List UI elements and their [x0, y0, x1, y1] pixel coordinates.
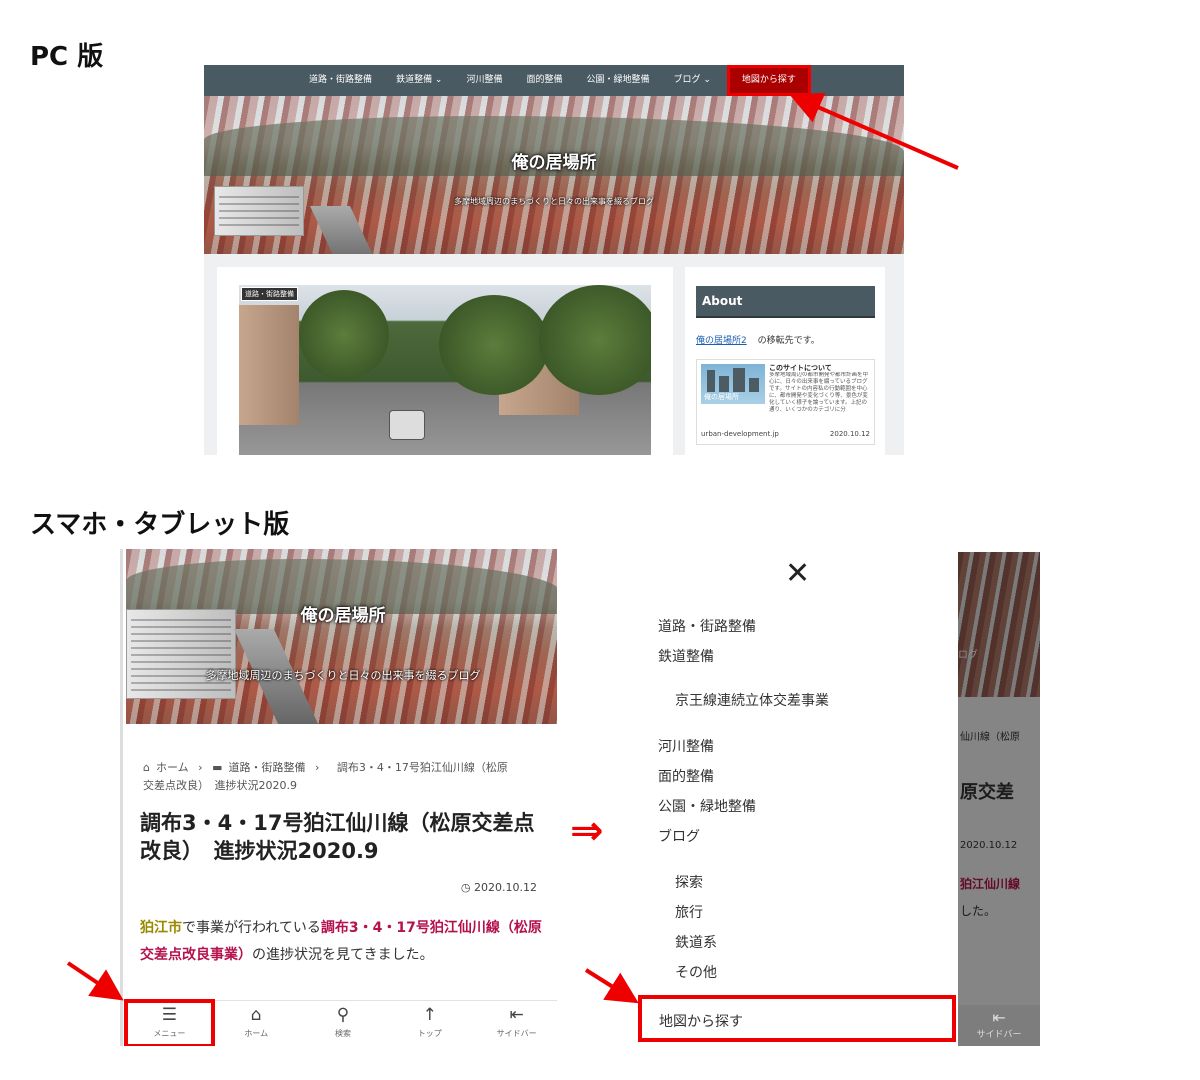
nav-item-roads[interactable]: 道路・街路整備 [297, 65, 384, 96]
drawer-item-blog[interactable]: ブログ [658, 826, 700, 846]
site-card-description: 多摩地域周辺の都市開発や都市計画を中心に、日々の出来事を綴っているブログです。サ… [769, 372, 869, 413]
drawer-item-area-dev[interactable]: 面的整備 [658, 766, 714, 786]
arrow-up-icon: ↑ [422, 1005, 437, 1025]
pc-screenshot: 道路・街路整備 鉄道整備 ⌄ 河川整備 面的整備 公園・緑地整備 ブログ ⌄ 地… [204, 65, 904, 455]
sidebar-icon: ⇤ [509, 1005, 524, 1025]
post-excerpt: 狛江市で事業が行われている調布3・4・17号狛江仙川線（松原交差点改良事業）の進… [140, 920, 542, 963]
moved-notice: 俺の居場所2 の移転先です。 [696, 333, 820, 346]
home-icon: ⌂ [143, 761, 150, 774]
tab-home[interactable]: ⌂ ホーム [213, 1001, 300, 1046]
drawer-item-map-search[interactable]: 地図から探す [638, 995, 956, 1042]
drawer-subitem-railway[interactable]: 鉄道系 [675, 932, 717, 952]
mobile-header-image: 俺の居場所 多摩地域周辺のまちづくりと日々の出来事を綴るブログ [126, 549, 557, 724]
tab-top[interactable]: ↑ トップ [386, 1001, 473, 1046]
close-icon[interactable]: ✕ [785, 556, 810, 591]
category-badge[interactable]: 道路・街路整備 [241, 287, 298, 301]
site-title[interactable]: 俺の居場所 [204, 148, 904, 173]
folder-icon: ▬ [212, 761, 223, 774]
tab-search[interactable]: ⚲ 検索 [300, 1001, 387, 1046]
bg-tab-sidebar: ⇤ サイドバー [958, 1005, 1040, 1046]
nav-item-blog[interactable]: ブログ ⌄ [662, 65, 723, 96]
site-card-date: 2020.10.12 [829, 430, 870, 438]
drawer-subitem-other[interactable]: その他 [675, 962, 717, 982]
transition-arrow: ⇒ [570, 808, 604, 854]
menu-drawer: ✕ 道路・街路整備 鉄道整備 京王線連続立体交差事業 河川整備 面的整備 公園・… [638, 552, 958, 1046]
main-content: 道路・街路整備 [217, 267, 673, 455]
pc-version-label: PC 版 [30, 42, 104, 72]
site-card-logo: 俺の居場所 [704, 393, 739, 401]
nav-item-parks[interactable]: 公園・緑地整備 [575, 65, 662, 96]
nav-item-rivers[interactable]: 河川整備 [454, 65, 514, 96]
global-nav: 道路・街路整備 鉄道整備 ⌄ 河川整備 面的整備 公園・緑地整備 ブログ ⌄ 地… [204, 65, 904, 96]
drawer-subitem-keio[interactable]: 京王線連続立体交差事業 [675, 690, 829, 710]
moved-text: の移転先です。 [757, 336, 820, 346]
header-image: 俺の居場所 多摩地域周辺のまちづくりと日々の出来事を綴るブログ [204, 96, 904, 254]
clock-icon: ◷ [460, 881, 471, 894]
mobile-site-title[interactable]: 俺の居場所 [126, 601, 557, 626]
site-card-domain: urban-development.jp [701, 430, 779, 438]
breadcrumb: ⌂ ホーム › ▬ 道路・街路整備 › 調布3・4・17号狛江仙川線（松原 交差点改… [143, 761, 508, 792]
annotation-arrow-menu [66, 961, 124, 1001]
sidebar: About 俺の居場所2 の移転先です。 俺の居場所 このサイトについて 多摩地… [685, 267, 885, 455]
article-thumbnail[interactable]: 道路・街路整備 [239, 285, 651, 455]
breadcrumb-home[interactable]: ホーム [156, 761, 189, 774]
bottom-tab-bar: ☰ メニュー ⌂ ホーム ⚲ 検索 ↑ トップ ⇤ サイドバー [124, 999, 557, 1046]
nav-item-railways[interactable]: 鉄道整備 ⌄ [384, 65, 454, 96]
site-tagline: 多摩地域周辺のまちづくりと日々の出来事を綴るブログ [454, 197, 654, 206]
mobile-site-tagline: 多摩地域周辺のまちづくりと日々の出来事を綴るブログ [205, 669, 481, 682]
mobile-drawer-screenshot: ログ 仙川線（松原 原交差 2020.10.12 狛江仙川線 した。 ⇤ サイド… [638, 552, 1040, 1046]
city-name: 狛江市 [140, 920, 182, 936]
old-site-link[interactable]: 俺の居場所2 [696, 336, 747, 346]
mobile-screenshot: 俺の居場所 多摩地域周辺のまちづくりと日々の出来事を綴るブログ ⌂ ホーム › ▬… [120, 549, 557, 1046]
post-title: 調布3・4・17号狛江仙川線（松原交差点改良） 進捗状況2020.9 [140, 811, 535, 863]
post-date: ◷ 2020.10.12 [460, 881, 537, 894]
annotation-arrow-drawer [584, 968, 639, 1004]
drawer-item-rivers[interactable]: 河川整備 [658, 736, 714, 756]
drawer-subitem-explore[interactable]: 探索 [675, 872, 703, 892]
tab-menu[interactable]: ☰ メニュー [124, 999, 215, 1046]
drawer-item-roads[interactable]: 道路・街路整備 [658, 616, 756, 636]
search-icon: ⚲ [336, 1005, 350, 1025]
hamburger-icon: ☰ [161, 1005, 178, 1025]
drawer-subitem-travel[interactable]: 旅行 [675, 902, 703, 922]
drawer-item-parks[interactable]: 公園・緑地整備 [658, 796, 756, 816]
mobile-version-label: スマホ・タブレット版 [30, 510, 290, 540]
tab-sidebar[interactable]: ⇤ サイドバー [473, 1001, 557, 1046]
home-icon: ⌂ [250, 1005, 262, 1025]
nav-item-map-search[interactable]: 地図から探す [726, 65, 811, 96]
breadcrumb-current: 調布3・4・17号狛江仙川線（松原 [336, 761, 508, 774]
nav-item-area-dev[interactable]: 面的整備 [514, 65, 574, 96]
breadcrumb-category[interactable]: 道路・街路整備 [228, 761, 305, 774]
breadcrumb-current-cont: 交差点改良） 進捗状況2020.9 [143, 779, 297, 792]
site-card[interactable]: 俺の居場所 このサイトについて 多摩地域周辺の都市開発や都市計画を中心に、日々の… [696, 359, 875, 445]
site-card-thumbnail: 俺の居場所 [701, 364, 765, 404]
drawer-item-railways[interactable]: 鉄道整備 [658, 646, 714, 666]
about-heading: About [696, 286, 875, 318]
sidebar-icon: ⇤ [992, 1008, 1006, 1027]
